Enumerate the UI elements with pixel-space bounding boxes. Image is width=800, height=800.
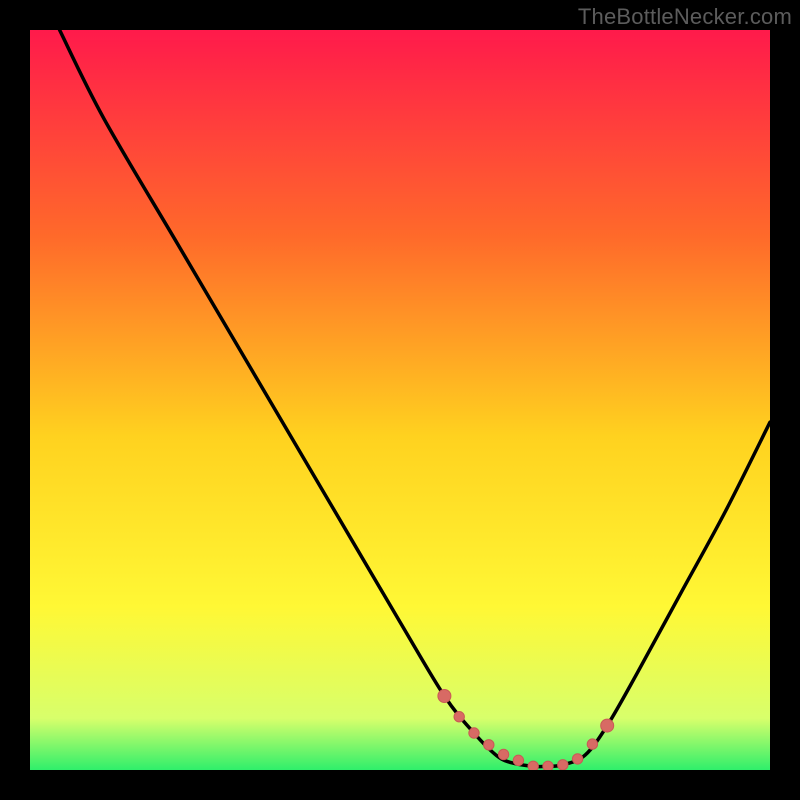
marker-dot (572, 754, 582, 764)
marker-dot (484, 740, 494, 750)
marker-dot (513, 755, 523, 765)
marker-dot (587, 739, 597, 749)
marker-dot (601, 719, 614, 732)
bottleneck-chart (30, 30, 770, 770)
marker-dot (469, 728, 479, 738)
marker-dot (498, 749, 508, 759)
marker-dot (543, 761, 553, 770)
marker-dot (438, 690, 451, 703)
marker-dot (558, 760, 568, 770)
gradient-background (30, 30, 770, 770)
marker-dot (528, 761, 538, 770)
chart-frame: TheBottleNecker.com (0, 0, 800, 800)
marker-dot (454, 712, 464, 722)
watermark-text: TheBottleNecker.com (578, 4, 792, 30)
